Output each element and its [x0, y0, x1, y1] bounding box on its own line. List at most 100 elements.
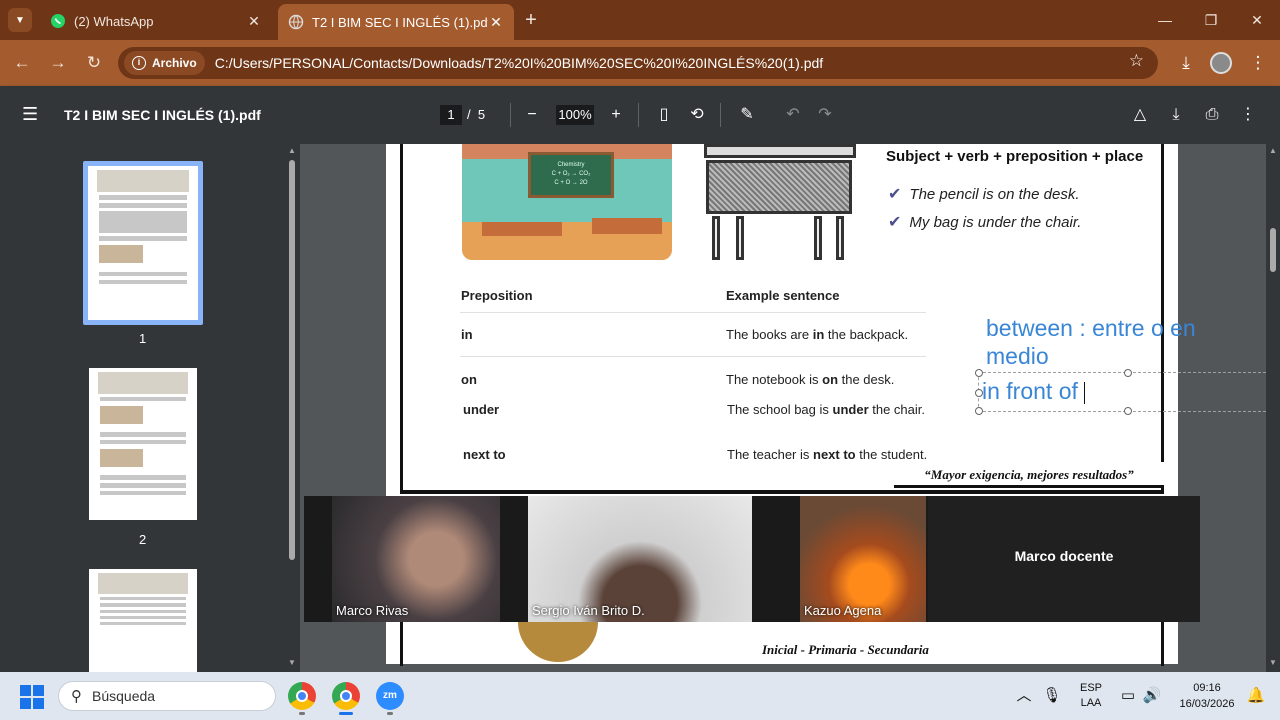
video-tile[interactable]: Kazuo Agena — [800, 496, 926, 622]
bookmark-star-icon[interactable]: ☆ — [1129, 51, 1144, 71]
address-bar[interactable]: i Archivo C:/Users/PERSONAL/Contacts/Dow… — [118, 47, 1158, 79]
clock-date: 16/03/2026 — [1179, 698, 1235, 710]
profile-avatar[interactable] — [1210, 52, 1232, 74]
table-divider — [460, 356, 926, 357]
example-text: My bag is under the chair. — [909, 213, 1082, 231]
checkmark-icon: ✔ — [888, 214, 902, 231]
windows-start-icon[interactable] — [20, 685, 44, 709]
sidebar-scrollbar[interactable]: ▲ ▼ — [286, 146, 298, 670]
tab-search-button[interactable]: ▼ — [8, 8, 32, 32]
chrome-profile-2-icon[interactable] — [332, 682, 360, 710]
rotate-icon[interactable]: ⟲ — [685, 103, 709, 127]
back-button[interactable]: ← — [10, 51, 34, 75]
page-number-input[interactable]: 1 — [440, 105, 462, 125]
resize-handle[interactable] — [975, 369, 983, 377]
hamburger-menu-icon[interactable]: ☰ — [22, 104, 38, 125]
chalkboard: Chemistry C + O₂ → CO₂ C + O → 2O — [528, 152, 614, 198]
table-cell-sentence: The school bag is under the chair. — [727, 402, 926, 417]
volume-icon[interactable]: 🔊 — [1142, 686, 1162, 706]
scroll-down-icon[interactable]: ▼ — [1269, 658, 1277, 667]
desk-leg — [814, 216, 822, 260]
running-indicator — [387, 712, 393, 715]
tab-whatsapp[interactable]: (2) WhatsApp ✕ — [40, 6, 272, 36]
desk-top — [704, 144, 856, 158]
scroll-down-icon[interactable]: ▼ — [288, 658, 296, 667]
close-icon[interactable]: ✕ — [488, 14, 504, 30]
site-info-chip[interactable]: i Archivo — [124, 51, 205, 75]
scrollbar-thumb[interactable] — [1270, 228, 1276, 272]
search-placeholder: Búsqueda — [92, 688, 156, 704]
table-cell-word: next to — [463, 447, 506, 462]
pdf-title: T2 I BIM SEC I INGLÉS (1).pdf — [64, 107, 261, 123]
annotation-textbox-input[interactable]: in front of — [982, 378, 1085, 405]
system-clock[interactable]: 09:16 16/03/2026 — [1172, 672, 1242, 720]
school-levels: Inicial - Primaria - Secundaria — [762, 642, 929, 657]
site-chip-label: Archivo — [152, 56, 197, 70]
network-icon[interactable]: ▭ — [1118, 686, 1138, 706]
tab-pdf[interactable]: T2 I BIM SEC I INGLÉS (1).pdf ✕ — [278, 4, 514, 40]
grammar-rule: Subject + verb + preposition + place — [886, 148, 1144, 165]
globe-icon — [288, 14, 304, 30]
undo-icon[interactable]: ↶ — [781, 103, 805, 127]
table-cell-sentence: The notebook is on the desk. — [726, 372, 895, 387]
resize-handle[interactable] — [975, 407, 983, 415]
print-icon[interactable]: ⎙ — [1200, 103, 1224, 127]
zoom-out-icon[interactable]: − — [520, 103, 544, 127]
lang-layout: LAA — [1080, 697, 1102, 709]
language-indicator[interactable]: ESP LAA — [1074, 672, 1108, 720]
minimize-button[interactable]: — — [1152, 8, 1178, 32]
windows-taskbar: ⚲ Búsqueda zm ︿ 🎙 ESP LAA ▭ 🔊 09:16 16/0… — [0, 672, 1280, 720]
thumbnail-page-3[interactable] — [89, 569, 197, 672]
video-tile[interactable]: Sergio Iván Brito D. — [528, 496, 752, 622]
notification-bell-icon[interactable]: 🔔 — [1246, 686, 1266, 706]
clock-time: 09:16 — [1193, 682, 1221, 694]
taskbar-search[interactable]: ⚲ Búsqueda — [58, 681, 276, 711]
download-icon[interactable]: ⤓ — [1174, 51, 1198, 75]
drive-save-icon[interactable]: △ — [1128, 103, 1152, 127]
desk-drawer — [706, 160, 852, 214]
video-tile[interactable]: Marco Rivas — [332, 496, 500, 622]
redo-icon[interactable]: ↷ — [813, 103, 837, 127]
classroom-illustration: Chemistry C + O₂ → CO₂ C + O → 2O — [462, 144, 672, 260]
zoom-in-icon[interactable]: + — [604, 103, 628, 127]
scrollbar-thumb[interactable] — [289, 160, 295, 560]
more-options-icon[interactable]: ⋮ — [1236, 103, 1260, 127]
video-tile[interactable]: Marco docente — [928, 496, 1200, 622]
tab-title: T2 I BIM SEC I INGLÉS (1).pdf — [312, 14, 488, 30]
close-window-button[interactable]: ✕ — [1244, 8, 1270, 32]
restore-button[interactable]: ❐ — [1198, 8, 1224, 32]
desk-leg — [712, 216, 720, 260]
download-icon[interactable]: ⤓ — [1164, 103, 1188, 127]
browser-toolbar: ← → ↻ i Archivo C:/Users/PERSONAL/Contac… — [0, 40, 1280, 86]
forward-button[interactable]: → — [46, 51, 70, 75]
reload-button[interactable]: ↻ — [82, 51, 106, 75]
document-scrollbar[interactable]: ▲ ▼ — [1266, 144, 1280, 672]
zoom-input[interactable]: 100% — [556, 105, 594, 125]
new-tab-button[interactable]: + — [520, 9, 542, 31]
zoom-app-icon[interactable]: zm — [376, 682, 404, 710]
participant-name: Kazuo Agena — [804, 603, 882, 618]
close-icon[interactable]: ✕ — [246, 13, 262, 29]
chevron-up-icon[interactable]: ︿ — [1014, 686, 1034, 706]
scroll-up-icon[interactable]: ▲ — [1269, 146, 1277, 155]
thumbnail-label: 1 — [139, 331, 147, 346]
info-icon: i — [132, 56, 146, 70]
table-header-preposition: Preposition — [461, 288, 533, 303]
chrome-profile-1-icon[interactable] — [288, 682, 316, 710]
desk-leg — [836, 216, 844, 260]
microphone-icon[interactable]: 🎙 — [1042, 686, 1062, 706]
checkmark-icon: ✔ — [888, 186, 902, 203]
resize-handle[interactable] — [1124, 407, 1132, 415]
scroll-up-icon[interactable]: ▲ — [288, 146, 296, 155]
url-text[interactable]: C:/Users/PERSONAL/Contacts/Downloads/T2%… — [215, 55, 824, 71]
table-cell-sentence: The books are in the backpack. — [726, 327, 909, 342]
browser-menu-icon[interactable]: ⋮ — [1246, 51, 1270, 75]
example-text: The pencil is on the desk. — [909, 185, 1080, 203]
annotation-note[interactable]: between : entre o en medio — [986, 314, 1256, 370]
thumbnail-page-1[interactable] — [88, 166, 198, 320]
resize-handle[interactable] — [1124, 369, 1132, 377]
active-indicator — [339, 712, 353, 715]
thumbnail-page-2[interactable] — [89, 368, 197, 520]
annotate-icon[interactable]: ✎ — [735, 103, 759, 127]
fit-page-icon[interactable]: ▯ — [652, 103, 676, 127]
